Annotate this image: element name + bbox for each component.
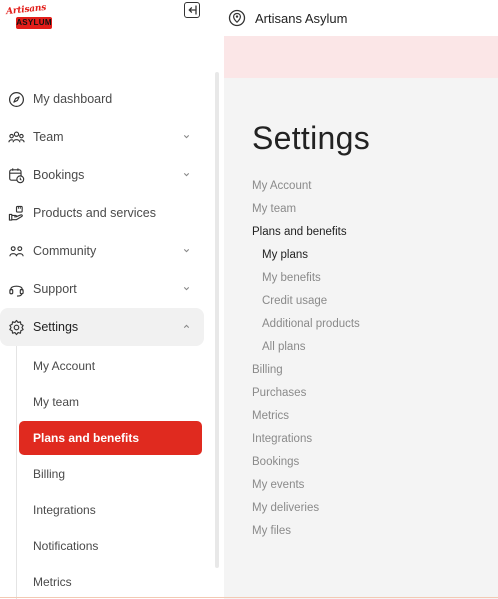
submenu-item-notifications[interactable]: Notifications [17,528,202,564]
logo-block-text: ASYLUM [16,18,52,27]
collapse-arrow-icon [188,5,197,15]
sidebar-item-label: Support [33,282,77,296]
sidebar-item-settings[interactable]: Settings [0,308,204,346]
calendar-clock-icon [6,165,26,185]
collapse-sidebar-button[interactable] [184,2,200,18]
sidebar-item-label: My dashboard [33,92,113,106]
sidebar-item-label: Community [33,244,97,258]
settings-menu-credit-usage[interactable]: Credit usage [252,290,360,313]
top-bar: Artisans Asylum [224,0,498,36]
company-name[interactable]: Artisans Asylum [255,11,347,26]
settings-menu-integrations[interactable]: Integrations [252,428,360,451]
sidebar-item-products-and-services[interactable]: Products and services [0,194,214,232]
sidebar-nav: My dashboard Team Bookings Products and … [0,80,214,599]
logo-block: ASYLUM [16,17,52,29]
settings-menu-billing[interactable]: Billing [252,359,360,382]
team-icon [6,127,26,147]
submenu-item-my-account[interactable]: My Account [17,348,202,384]
sidebar-item-label: Products and services [33,206,156,220]
settings-menu-purchases[interactable]: Purchases [252,382,360,405]
sidebar-item-label: Settings [33,320,79,334]
headset-icon [6,279,26,299]
submenu-item-metrics[interactable]: Metrics [17,564,202,599]
submenu-item-integrations[interactable]: Integrations [17,492,202,528]
community-icon [6,241,26,261]
sidebar-item-my-dashboard[interactable]: My dashboard [0,80,214,118]
chevron-down-icon [183,135,190,139]
sidebar-item-team[interactable]: Team [0,118,214,156]
page-title: Settings [252,120,371,156]
sidebar-item-support[interactable]: Support [0,270,214,308]
logo-script-text: Artisans [5,2,47,18]
submenu-item-billing[interactable]: Billing [17,456,202,492]
sidebar: Artisans ASYLUM My dashboard Team Bookin… [0,0,224,599]
sidebar-item-label: Team [33,130,64,144]
settings-menu-bookings[interactable]: Bookings [252,451,360,474]
settings-menu-my-files[interactable]: My files [252,520,360,543]
chevron-down-icon [183,287,190,291]
location-pin-icon [228,9,246,27]
submenu-item-plans-and-benefits[interactable]: Plans and benefits [19,421,202,455]
settings-menu-my-events[interactable]: My events [252,474,360,497]
compass-icon [6,89,26,109]
settings-menu-my-deliveries[interactable]: My deliveries [252,497,360,520]
sidebar-scrollbar[interactable] [215,72,219,568]
chevron-down-icon [183,173,190,177]
submenu-item-my-team[interactable]: My team [17,384,202,420]
sidebar-item-community[interactable]: Community [0,232,214,270]
settings-menu-my-account[interactable]: My Account [252,175,360,198]
sidebar-item-label: Bookings [33,168,85,182]
settings-menu: My Account My team Plans and benefits My… [252,175,360,543]
notification-banner [224,36,498,78]
sidebar-item-bookings[interactable]: Bookings [0,156,214,194]
settings-menu-metrics[interactable]: Metrics [252,405,360,428]
gear-icon [6,317,26,337]
main-content: Settings My Account My team Plans and be… [224,78,498,599]
settings-submenu: My Account My team Plans and benefits Bi… [16,346,214,599]
chevron-down-icon [183,249,190,253]
settings-menu-my-benefits[interactable]: My benefits [252,267,360,290]
settings-menu-my-team[interactable]: My team [252,198,360,221]
settings-menu-all-plans[interactable]: All plans [252,336,360,359]
hand-box-icon [6,203,26,223]
brand-logo[interactable]: Artisans ASYLUM [5,2,58,34]
settings-menu-additional-products[interactable]: Additional products [252,313,360,336]
bottom-divider [0,597,498,598]
settings-menu-my-plans[interactable]: My plans [252,244,360,267]
chevron-up-icon [183,324,190,329]
settings-menu-plans-and-benefits[interactable]: Plans and benefits [252,221,360,244]
